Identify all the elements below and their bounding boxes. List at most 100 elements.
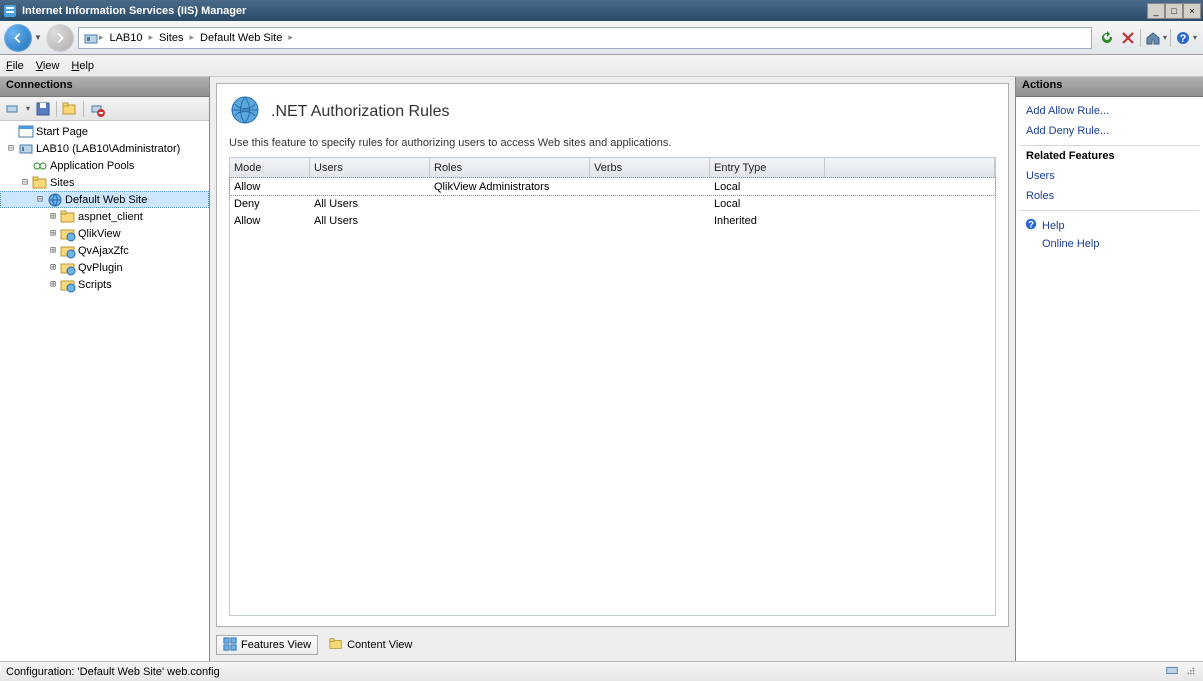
save-icon[interactable] bbox=[34, 100, 52, 118]
folder-icon bbox=[32, 175, 48, 191]
breadcrumb-default-site[interactable]: Default Web Site bbox=[196, 32, 286, 44]
home-icon[interactable] bbox=[1144, 29, 1162, 47]
menu-view[interactable]: View bbox=[36, 60, 60, 72]
feature-title: .NET Authorization Rules bbox=[271, 103, 449, 121]
cell-mode: Allow bbox=[230, 180, 310, 194]
help-link[interactable]: ? Help bbox=[1020, 215, 1199, 236]
connections-panel: Connections ▾ Start Page LAB10 (LAB10\Ad… bbox=[0, 77, 210, 661]
grid-header: Mode Users Roles Verbs Entry Type bbox=[230, 158, 995, 178]
rule-row[interactable]: AllowQlikView AdministratorsLocal bbox=[230, 178, 995, 195]
features-view-tab[interactable]: Features View bbox=[216, 635, 318, 655]
browse-icon[interactable] bbox=[61, 100, 79, 118]
col-users[interactable]: Users bbox=[310, 158, 430, 178]
cell-users: All Users bbox=[310, 214, 430, 228]
tree-qlikview[interactable]: QlikView bbox=[0, 225, 209, 242]
expand-toggle[interactable] bbox=[46, 211, 60, 222]
online-help-link[interactable]: Online Help bbox=[1020, 236, 1199, 252]
rules-grid[interactable]: Mode Users Roles Verbs Entry Type AllowQ… bbox=[229, 157, 996, 616]
tree-scripts[interactable]: Scripts bbox=[0, 276, 209, 293]
app-pools-icon bbox=[32, 158, 48, 174]
tree-aspnet-client[interactable]: aspnet_client bbox=[0, 208, 209, 225]
expand-toggle[interactable] bbox=[46, 228, 60, 239]
help-dropdown[interactable]: ▾ bbox=[1193, 33, 1197, 42]
tree-start-page[interactable]: Start Page bbox=[0, 123, 209, 140]
close-button[interactable]: × bbox=[1183, 3, 1201, 19]
config-icon bbox=[1165, 663, 1179, 680]
content-panel: .NET Authorization Rules Use this featur… bbox=[210, 77, 1015, 661]
cell-users bbox=[310, 186, 430, 188]
add-allow-rule-link[interactable]: Add Allow Rule... bbox=[1020, 103, 1199, 119]
rule-row[interactable]: DenyAll Users Local bbox=[230, 195, 995, 212]
tree-server[interactable]: LAB10 (LAB10\Administrator) bbox=[0, 140, 209, 157]
tree-qvajaxzfc[interactable]: QvAjaxZfc bbox=[0, 242, 209, 259]
title-bar: Internet Information Services (IIS) Mana… bbox=[0, 0, 1203, 21]
stop-connect-icon[interactable] bbox=[88, 100, 106, 118]
tree-label: Sites bbox=[50, 177, 74, 189]
expand-toggle[interactable] bbox=[18, 177, 32, 188]
related-features-heading: Related Features bbox=[1020, 145, 1199, 164]
actions-title: Actions bbox=[1016, 77, 1203, 97]
tree-qvplugin[interactable]: QvPlugin bbox=[0, 259, 209, 276]
expand-toggle[interactable] bbox=[46, 245, 60, 256]
cell-users: All Users bbox=[310, 197, 430, 211]
rule-row[interactable]: AllowAll UsersInherited bbox=[230, 212, 995, 229]
tree-label: QvPlugin bbox=[78, 262, 123, 274]
cell-roles bbox=[430, 220, 590, 222]
expand-toggle[interactable] bbox=[46, 279, 60, 290]
expand-toggle[interactable] bbox=[33, 194, 47, 205]
maximize-button[interactable]: □ bbox=[1165, 3, 1183, 19]
breadcrumb-server[interactable]: LAB10 bbox=[105, 32, 146, 44]
toolbar-sep bbox=[83, 101, 84, 117]
site-globe-icon bbox=[47, 192, 63, 208]
minimize-button[interactable]: _ bbox=[1147, 3, 1165, 19]
expand-toggle[interactable] bbox=[4, 143, 18, 154]
expand-toggle[interactable] bbox=[46, 262, 60, 273]
col-mode[interactable]: Mode bbox=[230, 158, 310, 178]
tree-label: Application Pools bbox=[50, 160, 134, 172]
cell-mode: Deny bbox=[230, 197, 310, 211]
menu-bar: File View Help bbox=[0, 55, 1203, 77]
cell-entry: Local bbox=[710, 197, 825, 211]
connect-dropdown[interactable]: ▾ bbox=[26, 104, 30, 113]
cell-verbs bbox=[590, 186, 710, 188]
help-icon[interactable]: ? bbox=[1174, 29, 1192, 47]
users-link[interactable]: Users bbox=[1020, 168, 1199, 184]
folder-icon bbox=[60, 209, 76, 225]
refresh-icon[interactable] bbox=[1098, 29, 1116, 47]
address-bar[interactable]: ▸ LAB10 ▸ Sites ▸ Default Web Site ▸ bbox=[78, 27, 1092, 49]
add-deny-rule-link[interactable]: Add Deny Rule... bbox=[1020, 123, 1199, 139]
help-label: Help bbox=[1042, 220, 1065, 232]
tree-default-web-site[interactable]: Default Web Site bbox=[0, 191, 209, 208]
col-entry[interactable]: Entry Type bbox=[710, 158, 825, 178]
cell-entry: Local bbox=[710, 180, 825, 194]
resize-grip-icon[interactable] bbox=[1183, 663, 1197, 680]
connect-icon[interactable] bbox=[4, 100, 22, 118]
connections-tree[interactable]: Start Page LAB10 (LAB10\Administrator) A… bbox=[0, 121, 209, 661]
col-roles[interactable]: Roles bbox=[430, 158, 590, 178]
menu-file[interactable]: File bbox=[6, 60, 24, 72]
tree-label: Scripts bbox=[78, 279, 112, 291]
breadcrumb-sites[interactable]: Sites bbox=[155, 32, 187, 44]
back-history-dropdown[interactable]: ▼ bbox=[34, 33, 42, 42]
tree-label: Start Page bbox=[36, 126, 88, 138]
tree-app-pools[interactable]: Application Pools bbox=[0, 157, 209, 174]
tree-sites[interactable]: Sites bbox=[0, 174, 209, 191]
breadcrumb-sep: ▸ bbox=[189, 32, 194, 43]
vdir-icon bbox=[60, 260, 76, 276]
nav-bar: ▼ ▸ LAB10 ▸ Sites ▸ Default Web Site ▸ ▾… bbox=[0, 21, 1203, 55]
tree-label: LAB10 (LAB10\Administrator) bbox=[36, 143, 180, 155]
server-icon bbox=[83, 31, 97, 45]
forward-button[interactable] bbox=[46, 24, 74, 52]
cell-verbs bbox=[590, 203, 710, 205]
back-button[interactable] bbox=[4, 24, 32, 52]
roles-link[interactable]: Roles bbox=[1020, 188, 1199, 204]
col-verbs[interactable]: Verbs bbox=[590, 158, 710, 178]
home-dropdown[interactable]: ▾ bbox=[1163, 33, 1167, 42]
col-spacer bbox=[825, 158, 995, 178]
status-bar: Configuration: 'Default Web Site' web.co… bbox=[0, 661, 1203, 681]
feature-description: Use this feature to specify rules for au… bbox=[229, 137, 996, 149]
toolbar-sep bbox=[1170, 29, 1171, 47]
stop-icon[interactable] bbox=[1119, 29, 1137, 47]
menu-help[interactable]: Help bbox=[71, 60, 94, 72]
content-view-tab[interactable]: Content View bbox=[322, 635, 419, 655]
